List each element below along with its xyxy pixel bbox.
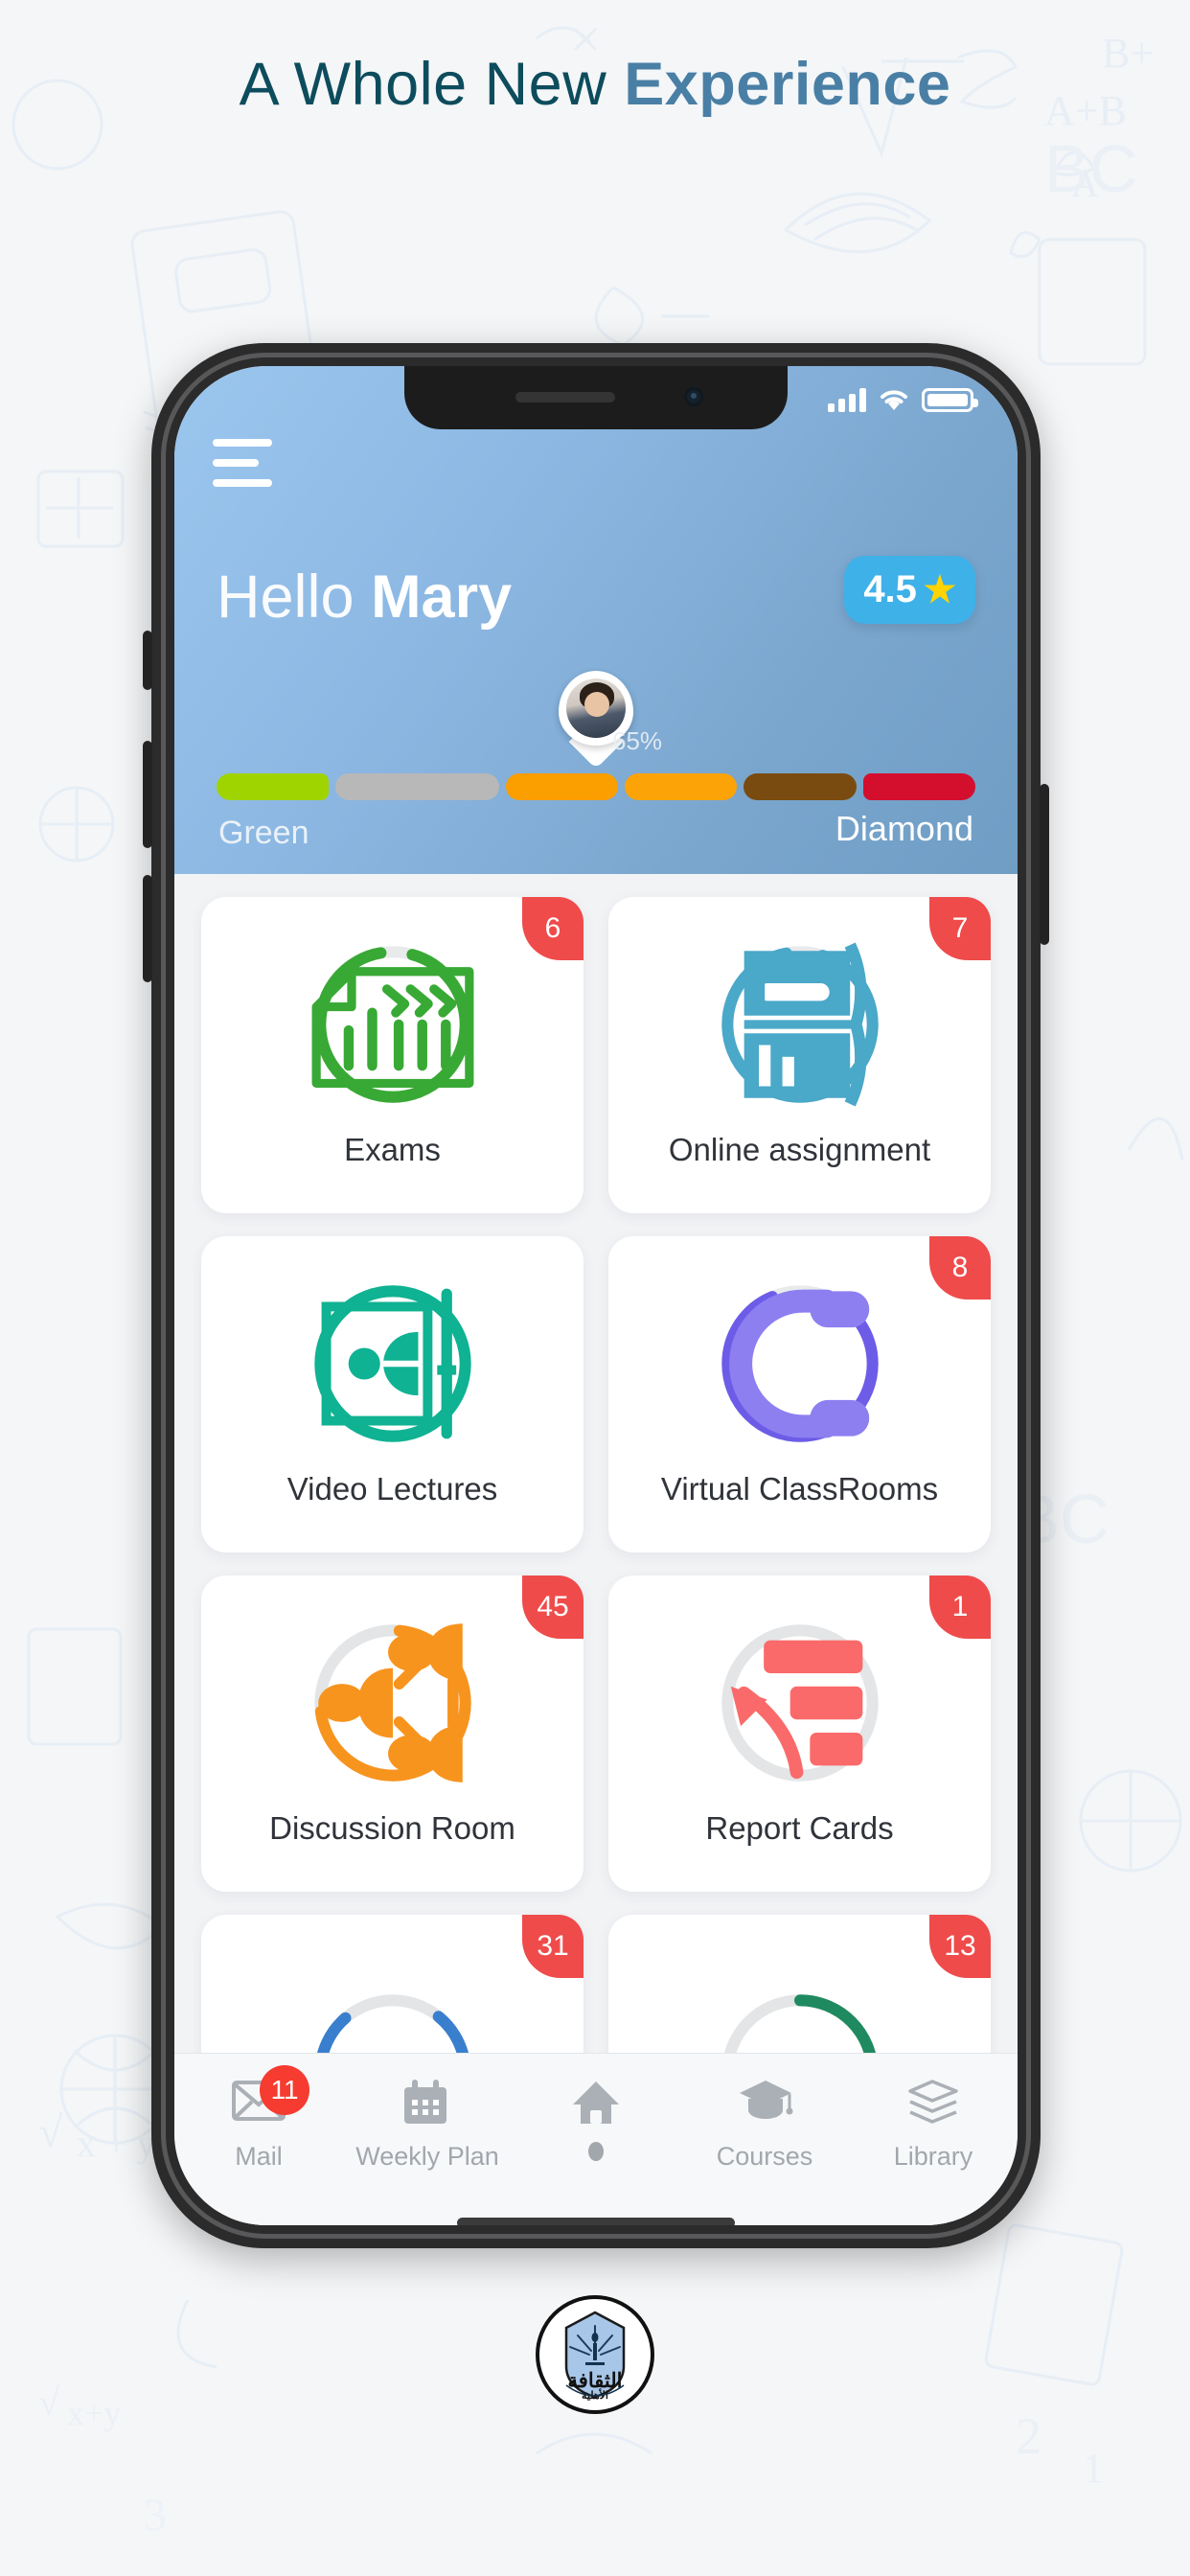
bar-chart-growth-icon — [718, 1621, 882, 1785]
badge-count: 31 — [522, 1915, 584, 1978]
home-indicator-bar — [457, 2218, 735, 2225]
signal-bars-icon — [828, 387, 866, 412]
nav-item-weekly-plan[interactable]: Weekly Plan — [343, 2079, 512, 2172]
nav-item-courses[interactable]: Courses — [680, 2079, 849, 2172]
app-header: Hello Mary 4.5 ★ 65% Green Diamond — [174, 366, 1018, 874]
bottom-navigation-bar: 11 Mail Weekly Plan Courses Library — [174, 2053, 1018, 2225]
track-segment-ruby — [862, 773, 975, 800]
badge-count: 45 — [522, 1576, 584, 1639]
front-camera-icon — [684, 387, 703, 406]
rank-current-label: Green — [218, 815, 309, 851]
card-label: Report Cards — [705, 1810, 894, 1846]
battery-full-icon — [922, 387, 978, 412]
phone-screen: Hello Mary 4.5 ★ 65% Green Diamond 6 Exa… — [174, 366, 1018, 2225]
svg-text:x+y: x+y — [67, 2394, 121, 2432]
headline-thin: A Whole New — [239, 51, 625, 118]
mail-envelope-icon: 11 — [232, 2065, 310, 2128]
nav-item-library[interactable]: Library — [849, 2079, 1018, 2172]
star-icon: ★ — [923, 569, 956, 610]
graduation-cap-icon — [738, 2079, 793, 2128]
status-bar — [828, 387, 978, 412]
nav-item-home[interactable] — [512, 2079, 680, 2161]
card-label: Virtual ClassRooms — [660, 1471, 939, 1506]
open-book-pencil-icon — [718, 942, 882, 1107]
books-stack-icon — [906, 2079, 960, 2128]
badge-count: 8 — [929, 1236, 991, 1300]
active-tab-indicator — [588, 2142, 604, 2161]
progress-ring — [718, 1281, 882, 1446]
card-label: Discussion Room — [269, 1810, 515, 1846]
wifi-icon — [879, 387, 909, 412]
nav-label: Courses — [716, 2142, 813, 2171]
phone-mockup: Hello Mary 4.5 ★ 65% Green Diamond 6 Exa… — [143, 343, 1049, 2248]
svg-text:√: √ — [38, 2380, 59, 2424]
progress-avatar-pin[interactable]: 65% — [553, 671, 662, 755]
avatar-face — [584, 692, 609, 717]
headphones-icon — [718, 1281, 882, 1446]
card-virtual-classrooms[interactable]: 8 Virtual ClassRooms — [608, 1236, 991, 1552]
badge-count: 6 — [522, 897, 584, 960]
home-icon — [569, 2079, 623, 2128]
card-label: Online assignment — [668, 1132, 931, 1167]
card-label: Exams — [344, 1132, 441, 1167]
mail-badge: 11 — [260, 2065, 310, 2115]
phone-power-button[interactable] — [1040, 784, 1049, 945]
card-label: Video Lectures — [286, 1471, 498, 1506]
calendar-icon — [400, 2079, 454, 2128]
track-segment-green — [217, 773, 330, 800]
rank-target-label: Diamond — [835, 809, 973, 848]
nav-label: Weekly Plan — [355, 2142, 499, 2171]
svg-text:1: 1 — [1083, 2445, 1104, 2492]
phone-volume-up-button[interactable] — [143, 741, 152, 848]
card-discussion-room[interactable]: 45 Discussion Room — [201, 1576, 584, 1892]
rating-badge[interactable]: 4.5 ★ — [844, 556, 975, 624]
track-segment-bronze — [744, 773, 857, 800]
svg-text:2: 2 — [1016, 2407, 1041, 2465]
progress-ring — [718, 942, 882, 1107]
hamburger-menu-icon[interactable] — [213, 439, 272, 499]
phone-volume-down-button[interactable] — [143, 875, 152, 982]
badge-count: 7 — [929, 897, 991, 960]
card-exams[interactable]: 6 Exams — [201, 897, 584, 1213]
nav-item-mail[interactable]: 11 Mail — [174, 2065, 343, 2172]
earpiece-speaker — [515, 392, 615, 402]
rating-value: 4.5 — [863, 568, 917, 610]
card-video-lectures[interactable]: Video Lectures — [201, 1236, 584, 1552]
progress-ring — [310, 1281, 475, 1446]
nav-label: Library — [893, 2142, 973, 2171]
progress-ring — [310, 942, 475, 1107]
nav-label: Mail — [235, 2142, 283, 2171]
card-online-assignment[interactable]: 7 Online assignment — [608, 897, 991, 1213]
greeting-text: Hello Mary — [217, 563, 512, 632]
dashboard-grid-area: 6 Exams 7 Online assignment Video Lectur… — [174, 874, 1018, 2225]
dashboard-grid: 6 Exams 7 Online assignment Video Lectur… — [201, 897, 991, 2225]
badge-count: 13 — [929, 1915, 991, 1978]
track-segment-silver — [335, 773, 499, 800]
svg-text:3: 3 — [144, 2490, 167, 2541]
phone-mute-button[interactable] — [143, 631, 152, 690]
school-crest-logo: الثقافة الأهلية — [534, 2293, 656, 2416]
checklist-document-icon — [310, 942, 475, 1107]
greeting-username: Mary — [371, 564, 513, 631]
track-segment-orange — [505, 773, 618, 800]
card-report-cards[interactable]: 1 Report Cards — [608, 1576, 991, 1892]
greeting-prefix: Hello — [217, 564, 372, 631]
headline-bold: Experience — [624, 51, 951, 118]
video-lecture-icon — [310, 1281, 475, 1446]
page-title: A Whole New Experience — [0, 50, 1190, 119]
progress-ring — [718, 1621, 882, 1785]
phone-notch — [404, 366, 788, 429]
logo-text-main: الثقافة — [568, 2370, 623, 2392]
svg-text:√: √ — [38, 2107, 63, 2156]
track-segment-orange-2 — [624, 773, 738, 800]
rank-progress-track[interactable] — [217, 773, 975, 800]
group-discussion-icon — [310, 1621, 475, 1785]
badge-count: 1 — [929, 1576, 991, 1639]
svg-text:BC: BC — [1044, 131, 1137, 206]
progress-percent: 65% — [612, 726, 663, 755]
progress-ring — [310, 1621, 475, 1785]
